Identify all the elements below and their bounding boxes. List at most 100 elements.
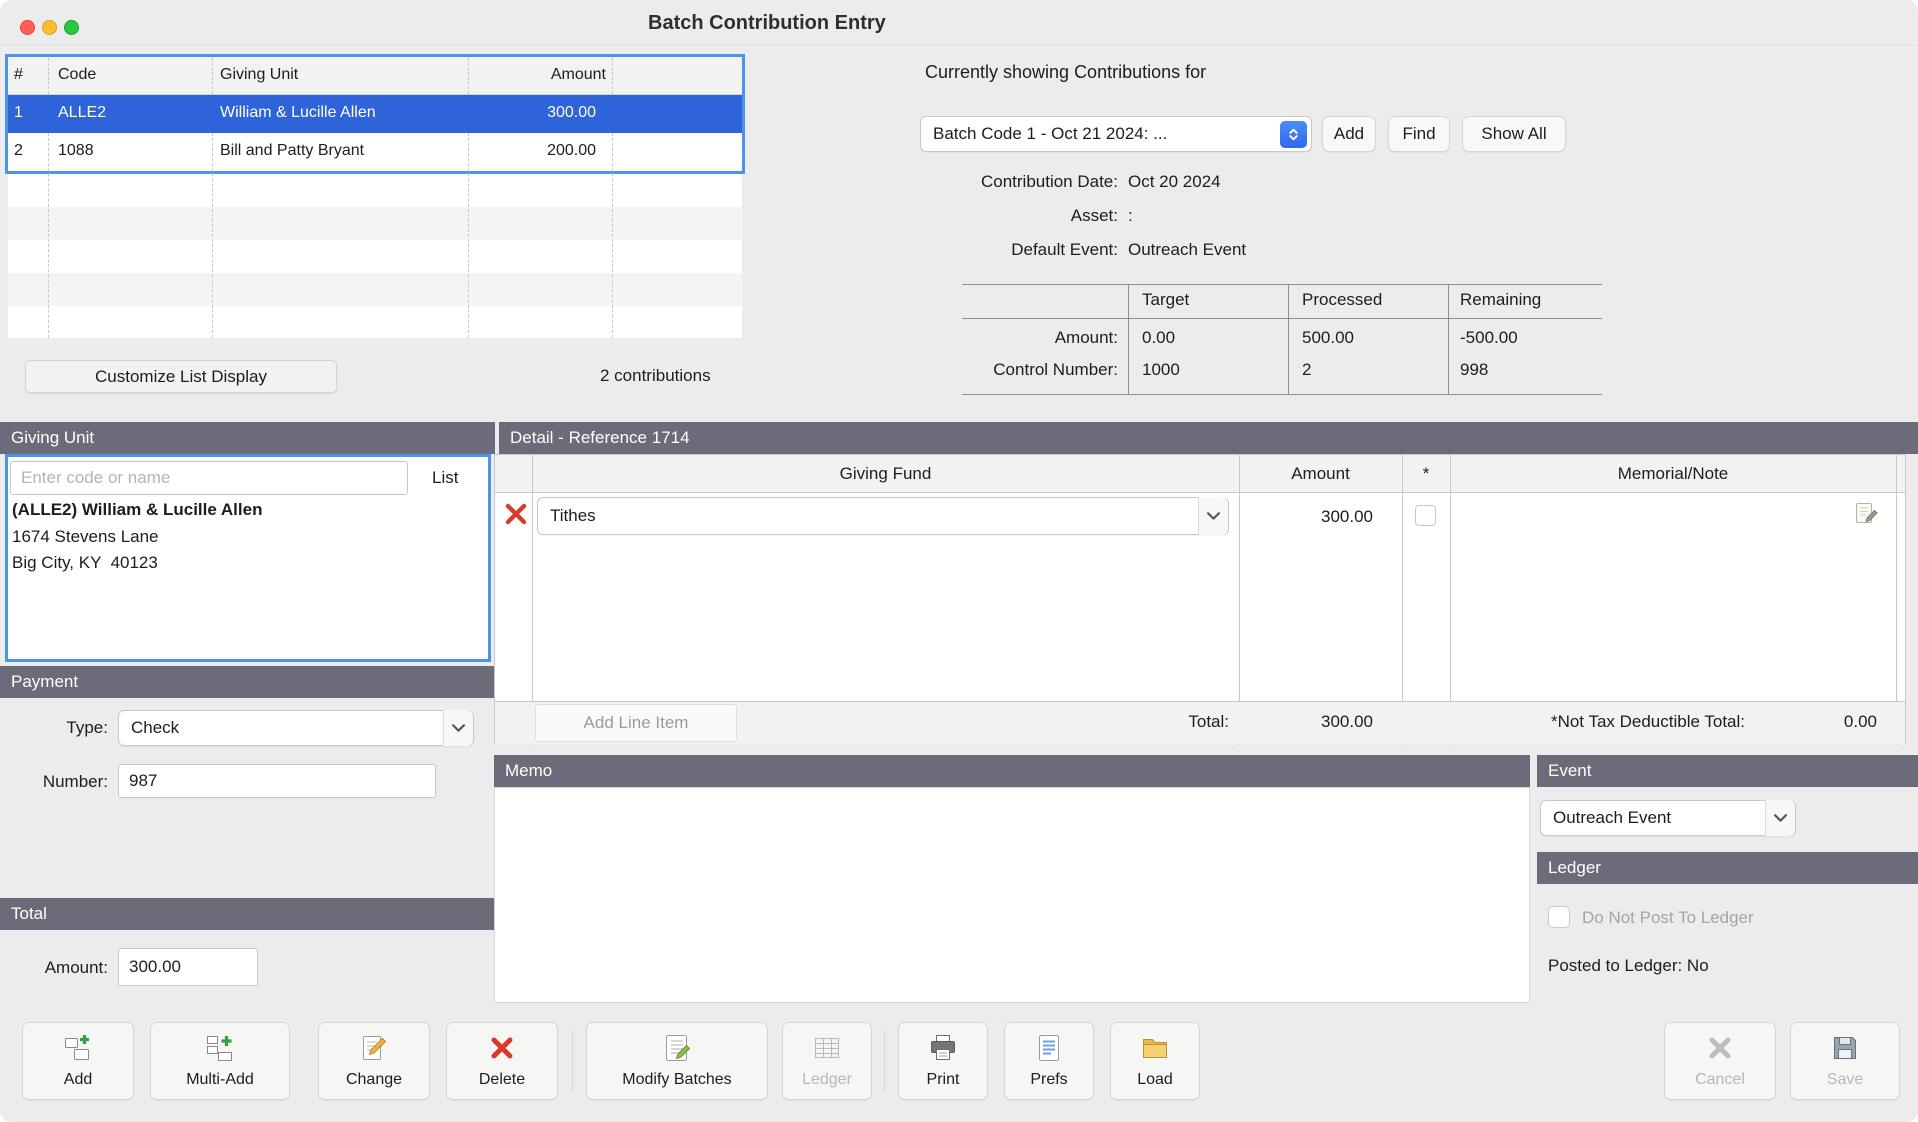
column-separator [468,133,469,338]
detail-col-memo: Memorial/Note [1617,464,1729,483]
contribution-date-label: Contribution Date: [980,172,1118,191]
stats-control-target: 1000 [1142,360,1180,379]
customize-list-display-button[interactable]: Customize List Display [25,360,337,393]
do-not-post-checkbox[interactable] [1548,906,1570,928]
toolbar-separator [572,1030,573,1092]
save-button[interactable]: Save [1790,1022,1900,1100]
total-section-title: Total [11,904,47,923]
event-select[interactable]: Outreach Event [1540,800,1796,836]
detail-section-bar: Detail - Reference 1714 [499,422,1918,454]
batch-find-button[interactable]: Find [1388,116,1450,152]
delete-icon [487,1033,517,1068]
cancel-label: Cancel [1695,1071,1745,1088]
close-button[interactable] [20,20,35,35]
payment-number-input[interactable] [118,764,436,798]
column-separator [612,58,613,94]
modify-batches-button[interactable]: Modify Batches [586,1022,768,1100]
giving-unit-address2: Big City, KY 40123 [12,553,158,572]
contribution-date-value: Oct 20 2024 [1128,172,1221,191]
add-button[interactable]: Add [22,1022,134,1100]
payment-type-label: Type: [66,718,108,737]
save-label: Save [1826,1071,1864,1088]
detail-col-fund: Giving Fund [839,464,932,483]
cancel-icon [1705,1033,1735,1068]
row-code: 1088 [58,142,94,159]
giving-unit-list-button[interactable]: List [432,468,458,488]
batch-add-button[interactable]: Add [1322,116,1376,152]
giving-unit-section-bar: Giving Unit [0,422,495,454]
ledger-section-bar: Ledger [1537,852,1918,884]
cancel-button[interactable]: Cancel [1664,1022,1776,1100]
stats-control-remaining: 998 [1460,360,1489,379]
batch-select-value: Batch Code 1 - Oct 21 2024: ... [933,124,1168,143]
stats-vline [1128,284,1129,394]
ntd-total-label: *Not Tax Deductible Total: [1550,712,1745,731]
total-section-bar: Total [0,898,495,930]
total-amount-input[interactable] [118,948,258,986]
table-row-selected[interactable]: 1 ALLE2 William & Lucille Allen 300.00 [8,95,742,133]
event-section-bar: Event [1537,755,1918,787]
column-header-code[interactable]: Code [58,66,96,84]
stats-amount-label: Amount: [1054,328,1118,347]
ledger-button[interactable]: Ledger [782,1022,872,1100]
ledger-icon [812,1033,842,1068]
column-header-amount[interactable]: Amount [468,66,606,84]
titlebar: Batch Contribution Entry [0,0,1918,46]
delete-line-item-icon[interactable] [503,501,529,527]
row-giving-unit: Bill and Patty Bryant [220,142,365,159]
batch-show-all-button[interactable]: Show All [1462,116,1566,152]
change-button[interactable]: Change [318,1022,430,1100]
print-icon [928,1033,958,1068]
giving-unit-search-input[interactable] [10,461,408,495]
delete-button[interactable]: Delete [446,1022,558,1100]
column-separator [212,133,213,338]
minimize-button[interactable] [42,20,57,35]
stats-amount-target: 0.00 [1142,328,1176,347]
multi-add-button[interactable]: Multi-Add [150,1022,290,1100]
total-amount-label: Amount: [44,958,108,977]
stats-vline [1448,284,1449,394]
column-separator [48,58,49,94]
column-header-num[interactable]: # [14,66,23,84]
load-button[interactable]: Load [1110,1022,1200,1100]
batch-select[interactable]: Batch Code 1 - Oct 21 2024: ... [920,116,1312,152]
table-row[interactable]: 2 1088 Bill and Patty Bryant 200.00 [8,133,742,171]
detail-col-amount: Amount [1291,464,1350,483]
delete-label: Delete [478,1071,526,1088]
column-separator [468,58,469,94]
add-line-item-label: Add Line Item [583,713,689,732]
batch-heading: Currently showing Contributions for [925,62,1207,82]
line-item-amount[interactable]: 300.00 [1241,507,1381,527]
window-title: Batch Contribution Entry [648,12,886,34]
not-tax-deductible-checkbox[interactable] [1415,505,1436,526]
row-num: 1 [14,104,23,121]
modify-batches-label: Modify Batches [622,1071,732,1088]
do-not-post-label: Do Not Post To Ledger [1582,908,1754,927]
stats-control-processed: 2 [1302,360,1312,379]
zoom-button[interactable] [64,20,79,35]
batch-find-label: Find [1402,124,1436,143]
memorial-note-icon[interactable] [1853,501,1879,527]
row-code: ALLE2 [58,104,107,121]
contribution-list-stripes [8,174,742,338]
giving-fund-select[interactable]: Tithes [537,497,1229,535]
load-label: Load [1137,1071,1173,1088]
prefs-button[interactable]: Prefs [1004,1022,1094,1100]
add-line-item-button[interactable]: Add Line Item [535,704,737,742]
asset-value: : [1128,206,1133,225]
popup-chevrons-icon [1280,121,1307,148]
customize-list-display-label: Customize List Display [95,366,267,386]
multi-add-label: Multi-Add [186,1071,254,1088]
column-separator [48,133,49,338]
payment-type-select[interactable]: Check [118,710,474,746]
ntd-total-value: 0.00 [1843,712,1877,731]
change-label: Change [345,1071,403,1088]
stats-amount-processed: 500.00 [1302,328,1354,347]
giving-unit-section-title: Giving Unit [11,428,95,447]
memo-textarea[interactable] [494,787,1530,1003]
print-button[interactable]: Print [898,1022,988,1100]
asset-label: Asset: [1070,206,1118,225]
default-event-label: Default Event: [1011,240,1118,259]
column-header-giving-unit[interactable]: Giving Unit [220,66,298,84]
stats-col-remaining: Remaining [1460,290,1542,309]
